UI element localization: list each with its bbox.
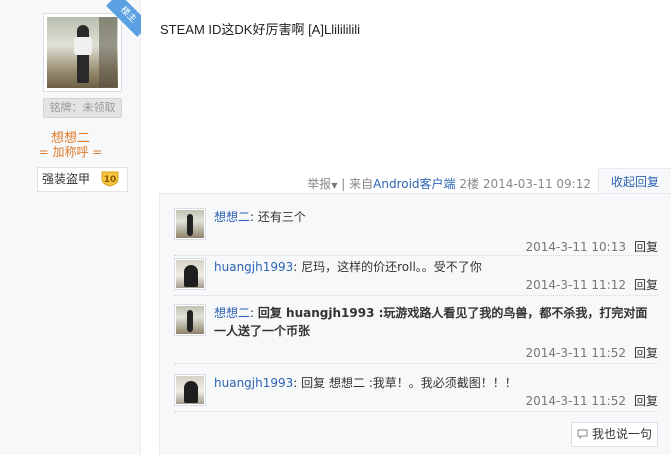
comment-list: 想想二: 还有三个 2014-3-11 10:13 回复 huangjh1993:… — [159, 193, 671, 455]
comment-user-link[interactable]: huangjh1993 — [214, 376, 293, 390]
comment-reply-link[interactable]: 回复 — [634, 240, 658, 254]
comment-user-link[interactable]: huangjh1993 — [214, 260, 293, 274]
comment-sep: : — [250, 210, 258, 224]
comment-meta: 2014-3-11 11:12 回复 — [525, 276, 658, 293]
comment-body: 想想二: 回复 huangjh1993 :玩游戏路人看见了我的鸟兽，都不杀我，打… — [214, 304, 658, 340]
level-shield-icon: 10 — [101, 171, 119, 187]
comment-user-link[interactable]: 想想二 — [214, 306, 250, 320]
comment-time: 2014-3-11 11:52 — [525, 394, 626, 408]
comment-avatar[interactable] — [174, 304, 206, 336]
level-title: 强装盗甲 — [42, 172, 91, 186]
comment-item: huangjh1993: 回复 想想二 :我草！。我必须截图！！！ 2014-3… — [174, 374, 658, 412]
comment-text: 还有三个 — [257, 210, 306, 224]
say-something-button[interactable]: 我也说一句 — [571, 422, 658, 447]
add-nickname-link[interactable]: = 加称呼 = — [0, 143, 141, 160]
comment-meta: 2014-3-11 10:13 回复 — [525, 238, 658, 255]
forum-level[interactable]: 强装盗甲 10 — [37, 167, 128, 192]
client-link[interactable]: Android客户端 — [373, 177, 455, 191]
comment-reply-link[interactable]: 回复 — [634, 346, 658, 360]
report-link[interactable]: 举报 — [307, 177, 331, 191]
comment-item: 想想二: 回复 huangjh1993 :玩游戏路人看见了我的鸟兽，都不杀我，打… — [174, 304, 658, 364]
comment-body: huangjh1993: 回复 想想二 :我草！。我必须截图！！！ — [214, 374, 658, 392]
comment-avatar[interactable] — [174, 208, 206, 240]
comment-time: 2014-3-11 11:12 — [525, 278, 626, 292]
comment-body: 想想二: 还有三个 — [214, 208, 658, 226]
fold-reply-button[interactable]: 收起回复 — [598, 168, 671, 194]
post-tail: 举报▼ | 来自Android客户端 2楼 2014-03-11 09:12 — [307, 175, 591, 192]
floor-number: 2楼 — [459, 177, 480, 191]
comment-reply-link[interactable]: 回复 — [634, 278, 658, 292]
comment-time: 2014-3-11 11:52 — [525, 346, 626, 360]
comment-body: huangjh1993: 尼玛，这样的价还roll。。受不了你 — [214, 258, 658, 276]
say-something-label: 我也说一句 — [592, 427, 653, 441]
comment-text: 回复 huangjh1993 :玩游戏路人看见了我的鸟兽，都不杀我，打完对面一人… — [214, 306, 648, 338]
level-number: 10 — [104, 175, 117, 185]
comment-avatar[interactable] — [174, 258, 206, 290]
comment-text: 回复 想想二 :我草！。我必须截图！！！ — [301, 376, 517, 390]
comment-sep: : — [293, 376, 302, 390]
report-arrow-icon[interactable]: ▼ — [331, 181, 337, 190]
post-datetime: 2014-03-11 09:12 — [482, 177, 591, 191]
comment-sep: : — [250, 306, 258, 320]
comment-item: huangjh1993: 尼玛，这样的价还roll。。受不了你 2014-3-1… — [174, 256, 658, 296]
comment-meta: 2014-3-11 11:52 回复 — [525, 344, 658, 361]
medal-button[interactable]: 铭牌：未领取 — [43, 98, 122, 118]
comment-user-link[interactable]: 想想二 — [214, 210, 250, 224]
source-prefix: | 来自 — [341, 177, 374, 191]
comment-time: 2014-3-11 10:13 — [525, 240, 626, 254]
comment-avatar[interactable] — [174, 374, 206, 406]
comment-meta: 2014-3-11 11:52 回复 — [525, 392, 658, 409]
comment-item: 想想二: 还有三个 2014-3-11 10:13 回复 — [174, 208, 658, 256]
comment-reply-link[interactable]: 回复 — [634, 394, 658, 408]
author-sidebar: 楼主 铭牌：未领取 想想二 = 加称呼 = 强装盗甲 10 — [0, 0, 141, 455]
op-badge: 楼主 — [104, 0, 141, 37]
comment-text: 尼玛，这样的价还roll。。受不了你 — [301, 260, 482, 274]
speech-bubble-icon — [577, 429, 588, 439]
post-content: STEAM ID这DK好厉害啊 [A]Llilililili — [160, 22, 361, 37]
comment-sep: : — [293, 260, 302, 274]
